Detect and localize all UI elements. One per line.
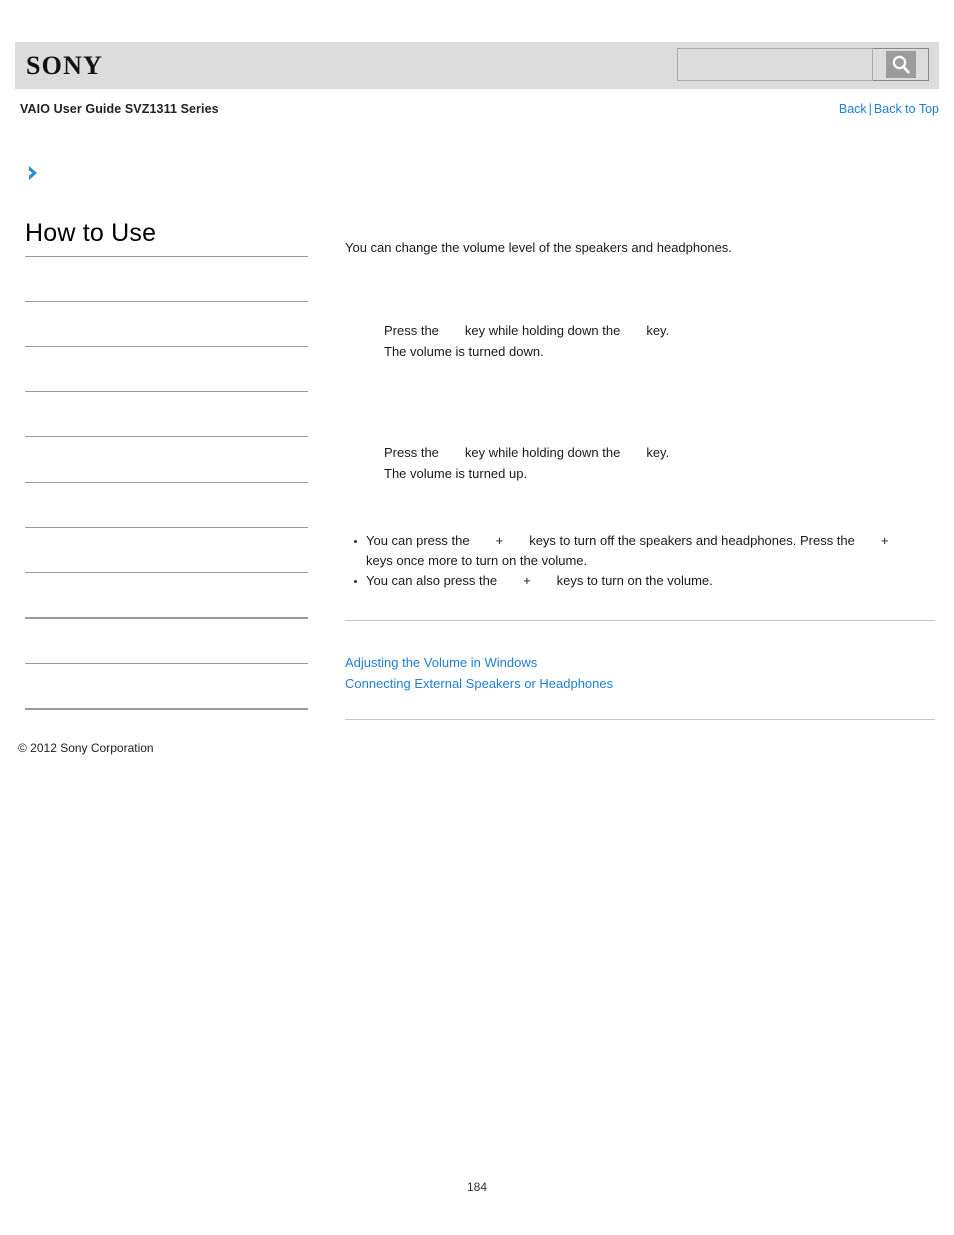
guide-title: VAIO User Guide SVZ1311 Series — [20, 102, 219, 116]
search-icon — [885, 51, 916, 78]
related-link-connecting-external-speakers[interactable]: Connecting External Speakers or Headphon… — [345, 673, 935, 694]
nav-separator: | — [868, 102, 872, 116]
note-0-text-c: keys once more to turn on the volume. — [366, 553, 588, 568]
notes-list: You can press the + keys to turn off the s… — [345, 531, 935, 591]
sidebar-item-7[interactable] — [25, 573, 308, 617]
search-button[interactable] — [873, 48, 929, 81]
sidebar: How to Use — [25, 218, 308, 710]
step-down-text-b: key while holding down the — [464, 323, 621, 338]
sony-logo: SONY — [26, 51, 104, 80]
step-down-text-c: key. — [646, 323, 670, 338]
sidebar-item-2[interactable] — [25, 347, 308, 391]
sidebar-item-5[interactable] — [25, 483, 308, 527]
copyright-text: © 2012 Sony Corporation — [18, 741, 154, 755]
step-down-text-a: Press the — [384, 323, 439, 338]
sidebar-item-1[interactable] — [25, 302, 308, 346]
content-divider-bottom — [345, 719, 935, 720]
note-1-text-a: You can also press the — [366, 573, 498, 588]
search-area — [677, 48, 929, 83]
note-0-plus2: + — [880, 533, 889, 548]
list-item: You can press the + keys to turn off the s… — [345, 531, 935, 571]
back-link[interactable]: Back — [839, 102, 867, 116]
sidebar-item-0[interactable] — [25, 257, 308, 301]
chevron-right-icon[interactable] — [24, 163, 44, 183]
note-0-plus: + — [495, 533, 504, 548]
sidebar-item-4[interactable] — [25, 437, 308, 482]
header-nav-links: Back | Back to Top — [839, 102, 939, 116]
step-block-volume-up: Press the key while holding down the key. … — [384, 442, 935, 484]
note-1-text-b: keys to turn on the volume. — [556, 573, 713, 588]
note-0-text-b: keys to turn off the speakers and headph… — [529, 533, 855, 548]
step-up-text-b: key while holding down the — [464, 445, 621, 460]
note-1-plus: + — [523, 573, 531, 588]
sidebar-item-3[interactable] — [25, 392, 308, 436]
main-content: You can change the volume level of the s… — [345, 238, 935, 720]
step-up-text-c: key. — [646, 445, 670, 460]
search-input[interactable] — [677, 48, 873, 81]
step-down-result: The volume is turned down. — [384, 344, 544, 359]
step-up-text-a: Press the — [384, 445, 439, 460]
step-up-instruction: Press the key while holding down the key. — [384, 442, 935, 463]
list-item: You can also press the + keys to turn on t… — [345, 571, 935, 591]
step-block-volume-down: Press the key while holding down the key. … — [384, 320, 935, 362]
sidebar-item-9[interactable] — [25, 664, 308, 708]
intro-paragraph: You can change the volume level of the s… — [345, 240, 732, 255]
sidebar-item-6[interactable] — [25, 528, 308, 572]
back-to-top-link[interactable]: Back to Top — [874, 102, 939, 116]
step-up-result: The volume is turned up. — [384, 466, 528, 481]
sidebar-divider — [25, 708, 308, 710]
note-0-text-a: You can press the — [366, 533, 470, 548]
page-number: 184 — [466, 1180, 488, 1194]
related-link-adjusting-volume-windows[interactable]: Adjusting the Volume in Windows — [345, 652, 935, 673]
step-down-instruction: Press the key while holding down the key. — [384, 320, 935, 341]
sidebar-item-8[interactable] — [25, 619, 308, 663]
related-topics: Adjusting the Volume in Windows Connecti… — [345, 652, 935, 694]
sidebar-heading: How to Use — [25, 219, 157, 247]
